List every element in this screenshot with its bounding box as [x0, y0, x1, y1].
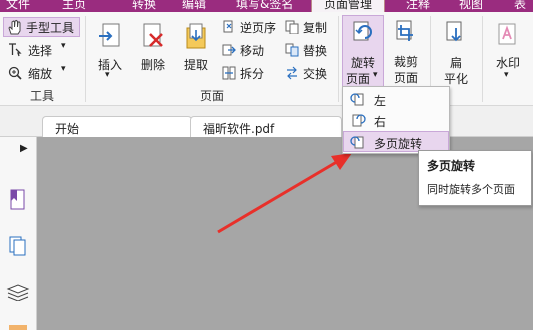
- rotate-right-item[interactable]: 右: [344, 110, 448, 130]
- rotate-right-icon: [352, 114, 366, 127]
- multi-page-rotate-icon: [350, 136, 364, 149]
- multi-page-rotate-item[interactable]: 多页旋转: [343, 131, 449, 152]
- rotate-left-label: 左: [374, 94, 387, 108]
- rotate-right-label: 右: [374, 115, 387, 129]
- rotate-dropdown-menu: 左 右 多页旋转: [342, 86, 450, 154]
- tooltip-title: 多页旋转: [427, 159, 476, 173]
- multi-page-rotate-label: 多页旋转: [374, 137, 423, 151]
- rotate-left-item[interactable]: 左: [344, 89, 448, 109]
- tooltip: 多页旋转 同时旋转多个页面: [418, 150, 532, 206]
- tooltip-description: 同时旋转多个页面: [427, 183, 515, 196]
- rotate-left-icon: [350, 93, 364, 106]
